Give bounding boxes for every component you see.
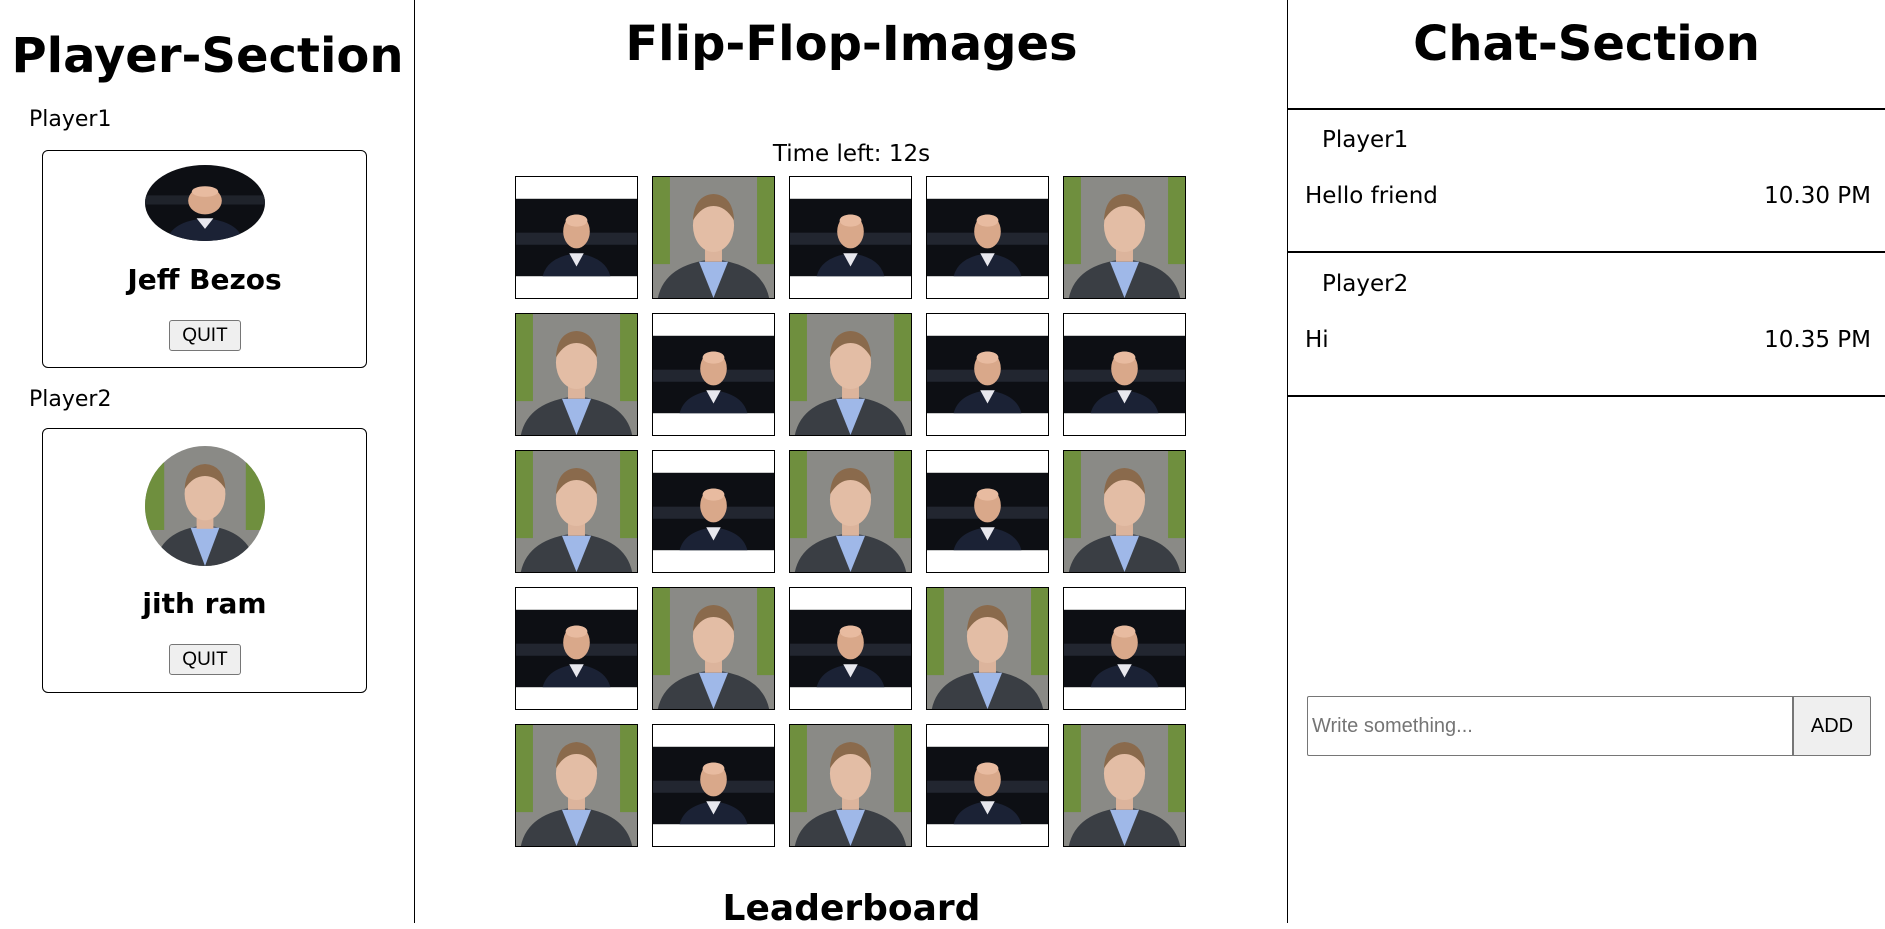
add-message-button[interactable]: ADD [1793, 696, 1871, 756]
player1-name: Jeff Bezos [127, 263, 282, 296]
young-man-portrait [927, 588, 1048, 709]
grid-tile[interactable] [789, 176, 912, 299]
chat-section: Chat-Section Player1 Hello friend 10.30 … [1288, 0, 1885, 923]
bald-man-portrait [653, 314, 774, 435]
grid-tile[interactable] [926, 313, 1049, 436]
grid-tile[interactable] [789, 587, 912, 710]
young-man-portrait [516, 451, 637, 572]
message-text: Hello friend [1305, 183, 1438, 209]
message-text: Hi [1305, 327, 1329, 353]
player2-avatar [145, 446, 265, 566]
grid-tile[interactable] [515, 176, 638, 299]
grid-tile[interactable] [789, 450, 912, 573]
grid-tile[interactable] [515, 724, 638, 847]
young-man-portrait [1064, 451, 1185, 572]
message-time: 10.30 PM [1764, 183, 1871, 209]
bald-man-portrait [145, 165, 265, 241]
bald-man-portrait [653, 451, 774, 572]
player2-label: Player2 [29, 387, 112, 412]
young-man-portrait [790, 314, 911, 435]
grid-tile[interactable] [1063, 587, 1186, 710]
chat-message: Player2 Hi 10.35 PM [1288, 253, 1885, 397]
young-man-portrait [790, 451, 911, 572]
grid-tile[interactable] [1063, 313, 1186, 436]
grid-tile[interactable] [515, 587, 638, 710]
young-man-portrait [790, 725, 911, 846]
young-man-portrait [516, 314, 637, 435]
player1-label: Player1 [29, 107, 112, 132]
message-sender: Player1 [1322, 127, 1409, 153]
grid-tile[interactable] [652, 176, 775, 299]
young-man-portrait [1064, 725, 1185, 846]
player1-quit-button[interactable]: QUIT [169, 320, 241, 351]
chat-title: Chat-Section [1413, 16, 1760, 72]
message-sender: Player2 [1322, 271, 1409, 297]
grid-tile[interactable] [1063, 176, 1186, 299]
young-man-portrait [516, 725, 637, 846]
grid-tile[interactable] [926, 450, 1049, 573]
grid-tile[interactable] [926, 587, 1049, 710]
young-man-portrait [653, 588, 774, 709]
bald-man-portrait [927, 177, 1048, 298]
bald-man-portrait [927, 451, 1048, 572]
grid-tile[interactable] [1063, 450, 1186, 573]
timer-text: Time left: 12s [772, 141, 931, 167]
player2-quit-button[interactable]: QUIT [169, 644, 241, 675]
bald-man-portrait [927, 725, 1048, 846]
player2-name: jith ram [142, 587, 267, 620]
young-man-portrait [145, 446, 265, 566]
player2-card: jith ram QUIT [42, 428, 367, 693]
grid-tile[interactable] [652, 587, 775, 710]
player-section: Player-Section Player1 Jeff Bezos QUIT P… [0, 0, 415, 923]
game-title: Flip-Flop-Images [625, 16, 1078, 72]
image-grid [515, 176, 1187, 848]
player-section-title: Player-Section [11, 28, 404, 84]
grid-tile[interactable] [789, 724, 912, 847]
grid-tile[interactable] [926, 724, 1049, 847]
message-time: 10.35 PM [1764, 327, 1871, 353]
young-man-portrait [653, 177, 774, 298]
grid-tile[interactable] [1063, 724, 1186, 847]
grid-tile[interactable] [652, 724, 775, 847]
bald-man-portrait [516, 588, 637, 709]
chat-message-input[interactable] [1307, 696, 1793, 756]
grid-tile[interactable] [515, 450, 638, 573]
player1-avatar [145, 165, 265, 241]
chat-message: Player1 Hello friend 10.30 PM [1288, 109, 1885, 253]
game-section: Flip-Flop-Images Time left: 12s Leaderbo… [415, 0, 1288, 929]
grid-tile[interactable] [515, 313, 638, 436]
bald-man-portrait [1064, 588, 1185, 709]
grid-tile[interactable] [652, 450, 775, 573]
bald-man-portrait [927, 314, 1048, 435]
grid-tile[interactable] [652, 313, 775, 436]
grid-tile[interactable] [926, 176, 1049, 299]
bald-man-portrait [1064, 314, 1185, 435]
bald-man-portrait [790, 177, 911, 298]
bald-man-portrait [516, 177, 637, 298]
bald-man-portrait [653, 725, 774, 846]
bald-man-portrait [790, 588, 911, 709]
player1-card: Jeff Bezos QUIT [42, 150, 367, 368]
grid-tile[interactable] [789, 313, 912, 436]
young-man-portrait [1064, 177, 1185, 298]
